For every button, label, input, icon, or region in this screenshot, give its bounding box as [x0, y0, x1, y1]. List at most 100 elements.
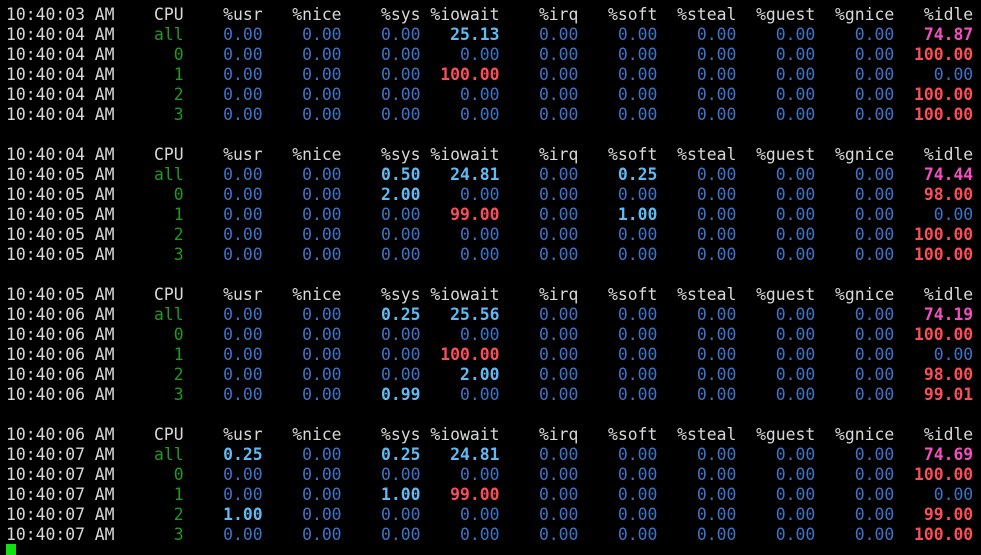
stat-value-pct-gnice: 0.00: [815, 385, 895, 404]
stat-value-pct-irq: 0.00: [499, 245, 579, 264]
stat-value-pct-idle: 0.00: [894, 485, 974, 504]
stat-value-pct-iowait: 100.00: [420, 65, 500, 84]
cpu-id: all: [134, 305, 184, 324]
stat-value-pct-soft: 0.00: [578, 385, 658, 404]
terminal-cursor: [6, 544, 16, 555]
stat-value-pct-steal: 0.00: [657, 505, 737, 524]
stat-value-pct-nice: 0.00: [262, 165, 342, 184]
stat-value-pct-iowait: 0.00: [420, 245, 500, 264]
stat-value-pct-soft: 0.00: [578, 25, 658, 44]
row-timestamp: 10:40:07 AM: [6, 525, 115, 544]
stat-value-pct-idle: 0.00: [894, 205, 974, 224]
column-header-pct-gnice: %gnice: [815, 145, 895, 164]
stat-value-pct-iowait: 24.81: [420, 445, 500, 464]
stat-value-pct-idle: 0.00: [894, 65, 974, 84]
stat-value-pct-guest: 0.00: [736, 165, 816, 184]
row-timestamp: 10:40:04 AM: [6, 105, 115, 124]
stat-value-pct-gnice: 0.00: [815, 65, 895, 84]
stat-value-pct-idle: 100.00: [894, 105, 974, 124]
header-line: 10:40:04 AM CPU %usr %nice %sys %iowait …: [6, 145, 981, 165]
stats-row: 10:40:07 AM 2 1.00 0.00 0.00 0.00 0.00 0…: [6, 505, 981, 525]
row-timestamp: 10:40:04 AM: [6, 25, 115, 44]
stat-value-pct-soft: 0.00: [578, 85, 658, 104]
stat-value-pct-usr: 0.00: [183, 465, 263, 484]
stat-value-pct-iowait: 0.00: [420, 185, 500, 204]
stat-value-pct-sys: 0.00: [341, 205, 421, 224]
column-header-pct-iowait: %iowait: [420, 285, 500, 304]
stat-value-pct-nice: 0.00: [262, 385, 342, 404]
stat-value-pct-soft: 0.00: [578, 65, 658, 84]
stat-value-pct-usr: 0.00: [183, 45, 263, 64]
stat-value-pct-soft: 0.00: [578, 465, 658, 484]
terminal-output[interactable]: 10:40:03 AM CPU %usr %nice %sys %iowait …: [6, 5, 981, 545]
stat-value-pct-usr: 0.00: [183, 105, 263, 124]
stat-value-pct-idle: 100.00: [894, 465, 974, 484]
column-header-pct-guest: %guest: [736, 285, 816, 304]
column-header-pct-soft: %soft: [578, 145, 658, 164]
stat-value-pct-irq: 0.00: [499, 165, 579, 184]
stat-value-pct-steal: 0.00: [657, 85, 737, 104]
row-timestamp: 10:40:05 AM: [6, 185, 115, 204]
stat-value-pct-soft: 0.00: [578, 325, 658, 344]
column-header-pct-guest: %guest: [736, 145, 816, 164]
stat-value-pct-gnice: 0.00: [815, 345, 895, 364]
stat-value-pct-iowait: 0.00: [420, 505, 500, 524]
stat-value-pct-iowait: 2.00: [420, 365, 500, 384]
column-header-pct-nice: %nice: [262, 425, 342, 444]
row-timestamp: 10:40:04 AM: [6, 85, 115, 104]
column-header-pct-steal: %steal: [657, 425, 737, 444]
cpu-id: 1: [134, 205, 184, 224]
column-header-pct-soft: %soft: [578, 5, 658, 24]
stat-value-pct-guest: 0.00: [736, 305, 816, 324]
column-header-pct-gnice: %gnice: [815, 425, 895, 444]
column-header-pct-usr: %usr: [183, 5, 263, 24]
stat-value-pct-nice: 0.00: [262, 325, 342, 344]
stat-value-pct-iowait: 0.00: [420, 325, 500, 344]
column-header-pct-gnice: %gnice: [815, 285, 895, 304]
stat-value-pct-idle: 0.00: [894, 345, 974, 364]
stat-value-pct-sys: 0.00: [341, 345, 421, 364]
stats-row: 10:40:05 AM 0 0.00 0.00 2.00 0.00 0.00 0…: [6, 185, 981, 205]
stat-value-pct-sys: 0.00: [341, 65, 421, 84]
column-header-pct-idle: %idle: [894, 5, 974, 24]
stats-row: 10:40:05 AM all 0.00 0.00 0.50 24.81 0.0…: [6, 165, 981, 185]
stat-value-pct-iowait: 100.00: [420, 345, 500, 364]
stat-value-pct-sys: 0.50: [341, 165, 421, 184]
row-timestamp: 10:40:05 AM: [6, 225, 115, 244]
stat-value-pct-usr: 0.00: [183, 25, 263, 44]
stat-value-pct-usr: 0.00: [183, 225, 263, 244]
stat-value-pct-guest: 0.00: [736, 225, 816, 244]
stat-value-pct-usr: 0.00: [183, 65, 263, 84]
stat-value-pct-nice: 0.00: [262, 25, 342, 44]
stat-value-pct-sys: 0.00: [341, 105, 421, 124]
stat-value-pct-guest: 0.00: [736, 365, 816, 384]
stat-value-pct-sys: 1.00: [341, 485, 421, 504]
stat-value-pct-soft: 0.00: [578, 345, 658, 364]
stat-value-pct-nice: 0.00: [262, 345, 342, 364]
cpu-id: 3: [134, 385, 184, 404]
stat-value-pct-idle: 98.00: [894, 185, 974, 204]
row-timestamp: 10:40:04 AM: [6, 45, 115, 64]
stat-value-pct-iowait: 99.00: [420, 205, 500, 224]
stat-value-pct-nice: 0.00: [262, 485, 342, 504]
stat-value-pct-steal: 0.00: [657, 525, 737, 544]
header-timestamp: 10:40:04 AM: [6, 145, 115, 164]
stats-row: 10:40:06 AM 2 0.00 0.00 0.00 2.00 0.00 0…: [6, 365, 981, 385]
stat-value-pct-irq: 0.00: [499, 325, 579, 344]
row-timestamp: 10:40:06 AM: [6, 305, 115, 324]
stats-row: 10:40:07 AM 3 0.00 0.00 0.00 0.00 0.00 0…: [6, 525, 981, 545]
stat-value-pct-iowait: 25.13: [420, 25, 500, 44]
header-timestamp: 10:40:06 AM: [6, 425, 115, 444]
stat-value-pct-idle: 74.87: [894, 25, 974, 44]
stat-value-pct-iowait: 0.00: [420, 105, 500, 124]
stat-value-pct-usr: 0.00: [183, 325, 263, 344]
stat-value-pct-irq: 0.00: [499, 385, 579, 404]
stat-value-pct-iowait: 0.00: [420, 525, 500, 544]
row-timestamp: 10:40:04 AM: [6, 65, 115, 84]
stat-value-pct-sys: 0.00: [341, 45, 421, 64]
stat-value-pct-usr: 0.00: [183, 485, 263, 504]
stats-row: 10:40:07 AM 0 0.00 0.00 0.00 0.00 0.00 0…: [6, 465, 981, 485]
